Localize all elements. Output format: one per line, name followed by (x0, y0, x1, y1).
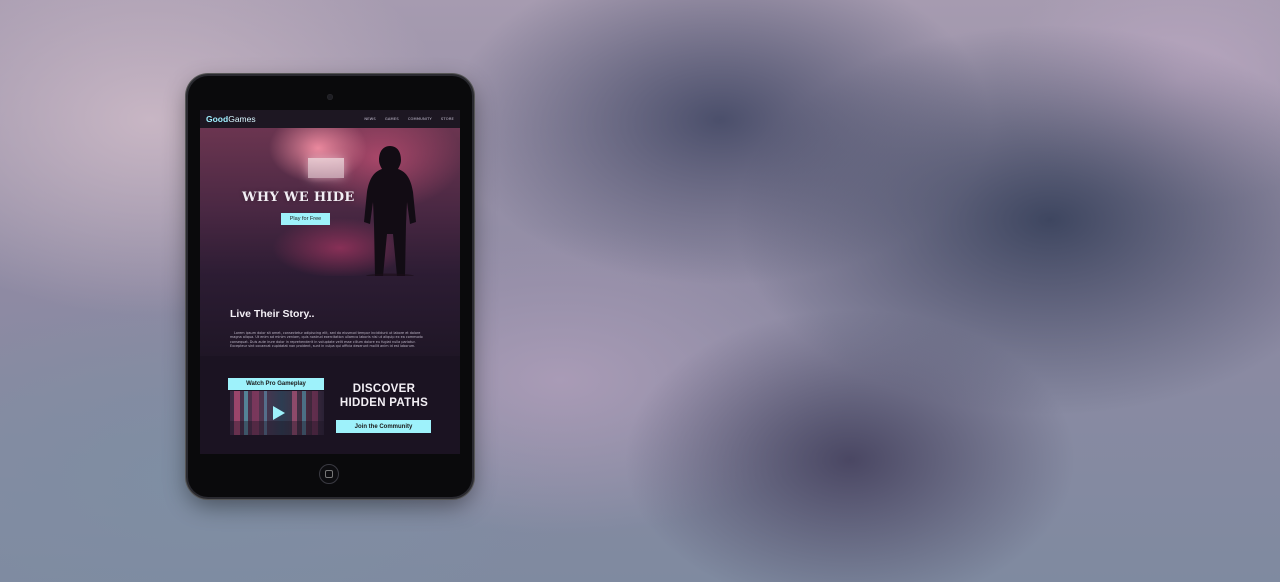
hooded-figure-image (364, 146, 416, 278)
nav-link-store[interactable]: STORE (441, 117, 454, 121)
camera-icon (327, 94, 333, 100)
tablet-device: GoodGames NEWS GAMES COMMUNITY STORE WHY… (188, 76, 472, 497)
hero-background-window (308, 158, 344, 178)
cloud-background: GoodGames NEWS GAMES COMMUNITY STORE WHY… (0, 0, 1280, 582)
nav-link-games[interactable]: GAMES (385, 117, 399, 121)
discover-line-2: HIDDEN PATHS (339, 397, 429, 409)
discover-line-1: DISCOVER (352, 383, 416, 395)
logo-bold: Good (206, 114, 229, 124)
gameplay-video-thumbnail[interactable] (230, 391, 324, 435)
promo-section: Watch Pro Gameplay DISCOVER HIDDEN PATHS… (200, 356, 460, 454)
site-logo[interactable]: GoodGames (206, 114, 256, 124)
join-community-button[interactable]: Join the Community (336, 420, 431, 433)
site-navbar: GoodGames NEWS GAMES COMMUNITY STORE (200, 110, 460, 128)
story-body: Lorem ipsum dolor sit amet, consectetur … (230, 331, 423, 349)
discover-heading: DISCOVER HIDDEN PATHS (332, 382, 436, 410)
logo-rest: Games (228, 114, 256, 124)
nav-link-community[interactable]: COMMUNITY (408, 117, 432, 121)
tablet-screen: GoodGames NEWS GAMES COMMUNITY STORE WHY… (200, 110, 460, 454)
play-for-free-button[interactable]: Play for Free (281, 213, 330, 225)
nav-link-news[interactable]: NEWS (364, 117, 376, 121)
watch-pro-gameplay-button[interactable]: Watch Pro Gameplay (228, 378, 324, 390)
home-button[interactable] (319, 464, 339, 484)
hero-title: WHY WE HIDE (242, 190, 355, 205)
play-icon[interactable] (272, 405, 286, 421)
story-section: Live Their Story.. Lorem ipsum dolor sit… (200, 276, 460, 356)
nav-links: NEWS GAMES COMMUNITY STORE (364, 117, 454, 121)
hero-banner: WHY WE HIDE Play for Free (200, 128, 460, 278)
story-title: Live Their Story.. (230, 308, 315, 320)
